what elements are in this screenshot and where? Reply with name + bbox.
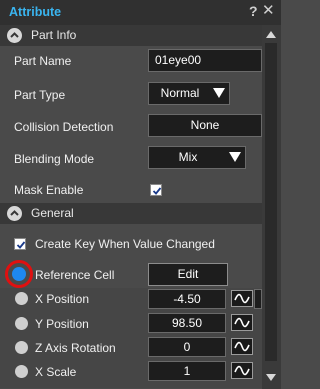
- section-part-info[interactable]: Part Info: [0, 25, 262, 46]
- y-position-radio[interactable]: [15, 317, 28, 330]
- reference-cell-label: Reference Cell: [35, 268, 115, 282]
- collision-detection-field[interactable]: None: [148, 114, 262, 137]
- select-value: Normal: [160, 86, 200, 100]
- curve-icon[interactable]: [231, 290, 253, 307]
- checkbox-check-icon: [16, 241, 26, 249]
- chevron-down-icon: [229, 152, 241, 162]
- attribute-panel: Attribute ? ✕ Part Info Part Name 01eye0…: [0, 0, 281, 389]
- scroll-down-icon[interactable]: [266, 374, 276, 381]
- mask-enable-label: Mask Enable: [14, 183, 84, 197]
- highlight-ring: [5, 260, 33, 288]
- section-general[interactable]: General: [0, 203, 262, 224]
- part-name-label: Part Name: [14, 54, 72, 68]
- part-name-input[interactable]: 01eye00: [148, 49, 262, 72]
- x-position-extra: [254, 289, 262, 309]
- y-position-input[interactable]: 98.50: [148, 313, 226, 333]
- part-type-label: Part Type: [14, 88, 66, 102]
- help-icon[interactable]: ?: [249, 3, 261, 19]
- chevron-down-icon: [213, 88, 225, 98]
- select-value: Mix: [178, 150, 198, 164]
- z-rotation-label: Z Axis Rotation: [35, 341, 116, 355]
- scrollbar-thumb[interactable]: [265, 43, 277, 361]
- scroll-up-icon[interactable]: [266, 31, 276, 38]
- x-scale-radio[interactable]: [15, 365, 28, 378]
- chevron-up-icon[interactable]: [7, 206, 22, 221]
- edit-button[interactable]: Edit: [148, 263, 228, 286]
- x-scale-input[interactable]: 1: [148, 361, 226, 381]
- x-position-radio[interactable]: [15, 292, 28, 305]
- curve-icon[interactable]: [231, 338, 253, 355]
- x-position-input[interactable]: -4.50: [148, 289, 226, 309]
- close-icon[interactable]: ✕: [262, 3, 276, 19]
- chevron-up-icon[interactable]: [7, 28, 22, 43]
- x-scale-label: X Scale: [35, 365, 77, 379]
- panel-title: Attribute: [9, 5, 62, 19]
- z-rotation-radio[interactable]: [15, 341, 28, 354]
- collision-detection-label: Collision Detection: [14, 120, 114, 134]
- blending-mode-select[interactable]: Mix: [148, 146, 246, 169]
- section-label: Part Info: [31, 28, 77, 42]
- curve-icon[interactable]: [231, 314, 253, 331]
- y-position-label: Y Position: [35, 317, 89, 331]
- create-key-label: Create Key When Value Changed: [35, 237, 215, 251]
- curve-icon[interactable]: [231, 362, 253, 379]
- vertical-scrollbar[interactable]: [262, 25, 281, 389]
- section-label: General: [31, 206, 74, 220]
- mask-enable-checkbox[interactable]: [150, 184, 162, 196]
- part-type-select[interactable]: Normal: [148, 82, 230, 105]
- blending-mode-label: Blending Mode: [14, 152, 95, 166]
- checkbox-check-icon: [152, 187, 162, 195]
- x-position-label: X Position: [35, 292, 90, 306]
- title-bar: Attribute ? ✕: [0, 0, 281, 25]
- create-key-checkbox[interactable]: [14, 238, 26, 250]
- z-rotation-input[interactable]: 0: [148, 337, 226, 357]
